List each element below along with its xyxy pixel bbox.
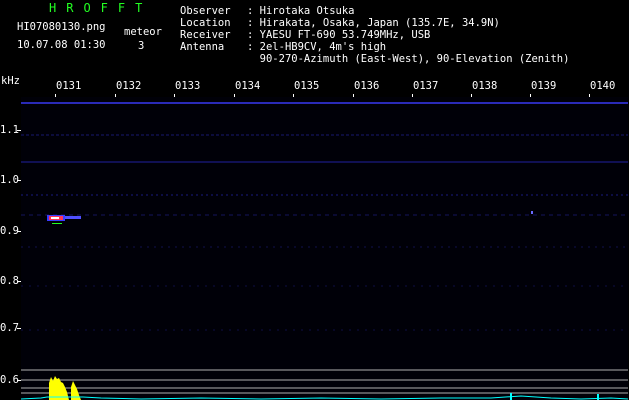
- file-name: HI07080130.png: [17, 21, 106, 33]
- x-tick-label: 0134: [235, 80, 261, 92]
- x-tick-label: 0133: [175, 80, 201, 92]
- hrofft-spectrogram-window: HROFFT HI07080130.png 10.07.08 01:30 met…: [0, 0, 629, 400]
- meteor-label: meteor: [124, 26, 162, 38]
- info-key: Observer: [180, 5, 231, 17]
- info-row-antenna-direction: 90-270-Azimuth (East-West), 90-Elevation…: [180, 53, 570, 65]
- faint-echo: [531, 211, 533, 214]
- y-axis-unit: kHz: [1, 75, 20, 87]
- info-value: YAESU FT-690 53.749MHz, USB: [259, 29, 431, 41]
- x-tick-label: 0132: [116, 80, 142, 92]
- info-row-antenna: Antenna: 2el-HB9CV, 4m's high: [180, 41, 387, 53]
- info-row-location: Location: Hirakata, Osaka, Japan (135.7E…: [180, 17, 500, 29]
- app-title: HROFFT: [49, 1, 153, 15]
- meteor-count: 3: [138, 40, 145, 52]
- signal-spike: [597, 394, 599, 400]
- info-key: Antenna: [180, 41, 225, 53]
- info-row-observer: Observer: Hirotaka Otsuka: [180, 5, 355, 17]
- info-value: 90-270-Azimuth (East-West), 90-Elevation…: [259, 53, 570, 65]
- info-value: Hirotaka Otsuka: [259, 5, 355, 17]
- info-value: 2el-HB9CV, 4m's high: [259, 41, 387, 53]
- date-time: 10.07.08 01:30: [17, 39, 106, 51]
- signal-spike: [510, 393, 512, 400]
- info-value: Hirakata, Osaka, Japan (135.7E, 34.9N): [259, 17, 500, 29]
- x-tick-label: 0139: [531, 80, 557, 92]
- x-tick-label: 0136: [354, 80, 380, 92]
- x-tick-label: 0131: [56, 80, 82, 92]
- info-row-receiver: Receiver: YAESU FT-690 53.749MHz, USB: [180, 29, 431, 41]
- x-tick-label: 0140: [590, 80, 616, 92]
- x-tick-label: 0135: [294, 80, 320, 92]
- spectrogram-plot: [21, 97, 628, 400]
- x-tick-label: 0138: [472, 80, 498, 92]
- info-key: Location: [180, 17, 231, 29]
- info-key: Receiver: [180, 29, 231, 41]
- x-tick-label: 0137: [413, 80, 439, 92]
